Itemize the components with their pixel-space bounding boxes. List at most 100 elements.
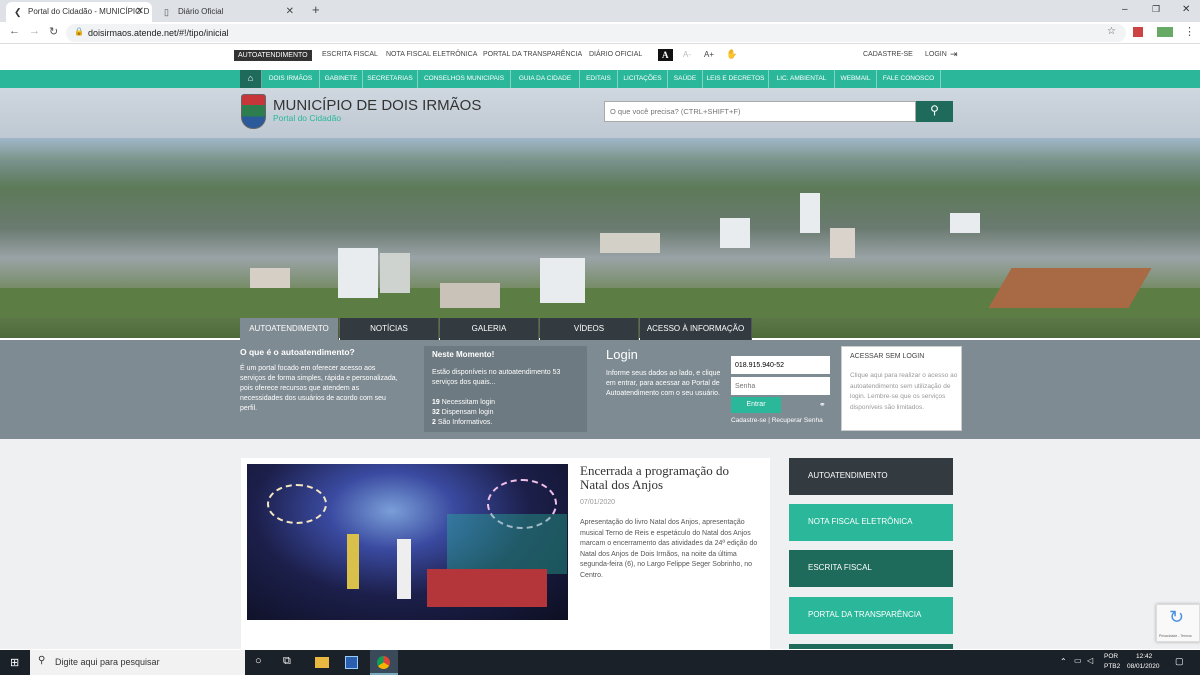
- home-icon[interactable]: ⌂: [240, 70, 262, 88]
- windows-taskbar: ⊞ ⚲ Digite aqui para pesquisar ○ ⧉ ⌃ ▭ ◁…: [0, 650, 1200, 675]
- news-title[interactable]: Encerrada a programação do Natal dos Anj…: [580, 464, 760, 492]
- accessibility-hand-icon[interactable]: ✋: [726, 49, 737, 60]
- login-title: Login: [606, 347, 638, 362]
- side-transparencia-button[interactable]: PORTAL DA TRANSPARÊNCIA: [789, 597, 953, 634]
- news-date: 07/01/2020: [580, 499, 616, 506]
- stat-informative: 2 São Informativos.: [432, 419, 493, 426]
- search-button[interactable]: ⚲: [916, 101, 953, 122]
- menu-guia-cidade[interactable]: GUIA DA CIDADE: [511, 70, 580, 88]
- search-input[interactable]: [604, 101, 916, 122]
- menu-dois-irmaos[interactable]: DOIS IRMÃOS: [262, 70, 320, 88]
- login-icon[interactable]: ⇥: [950, 49, 958, 60]
- recaptcha-badge[interactable]: ↻ Privacidade - Termos: [1156, 604, 1200, 642]
- url-field[interactable]: 🔒 doisirmaos.atende.net/#!/tipo/inicial …: [66, 24, 1126, 42]
- top-link-transparencia[interactable]: PORTAL DA TRANSPARÊNCIA: [483, 51, 582, 58]
- network-icon[interactable]: ▭: [1074, 656, 1082, 665]
- menu-editais[interactable]: EDITAIS: [580, 70, 618, 88]
- tab-videos[interactable]: VÍDEOS: [540, 318, 639, 340]
- close-tab-icon[interactable]: ✕: [136, 6, 144, 17]
- news-card: Encerrada a programação do Natal dos Anj…: [241, 458, 770, 658]
- new-tab-button[interactable]: +: [312, 2, 320, 17]
- site-title[interactable]: MUNICÍPIO DE DOIS IRMÃOS: [273, 97, 481, 114]
- menu-webmail[interactable]: WEBMAIL: [835, 70, 877, 88]
- back-icon[interactable]: ←: [9, 25, 20, 37]
- contrast-button[interactable]: A: [658, 49, 673, 61]
- address-bar-row: ← → ↻ 🔒 doisirmaos.atende.net/#!/tipo/in…: [0, 22, 1200, 44]
- share-icon[interactable]: ⚭: [819, 400, 826, 409]
- top-link-nota-fiscal[interactable]: NOTA FISCAL ELETRÔNICA: [386, 51, 477, 58]
- news-photo[interactable]: [247, 464, 568, 620]
- menu-licitacoes[interactable]: LICITAÇÕES: [618, 70, 668, 88]
- translate-extension-icon[interactable]: [1157, 27, 1173, 37]
- font-increase-button[interactable]: A+: [704, 50, 714, 59]
- login-text: Informe seus dados ao lado, e clique em …: [606, 370, 721, 397]
- stat-login: 19 Necessitam login: [432, 399, 496, 406]
- top-link-escrita-fiscal[interactable]: ESCRITA FISCAL: [322, 51, 378, 58]
- moment-box: Neste Momento! Estão disponíveis no auto…: [424, 346, 587, 432]
- windows-start-icon[interactable]: ⊞: [10, 656, 19, 669]
- notification-icon[interactable]: ▢: [1175, 656, 1184, 667]
- moment-title: Neste Momento!: [432, 350, 495, 359]
- site-top-bar: AUTOATENDIMENTO ESCRITA FISCAL NOTA FISC…: [0, 48, 1200, 66]
- user-field[interactable]: [731, 356, 830, 374]
- recover-password-link[interactable]: Recuperar Senha: [772, 417, 823, 424]
- language-indicator[interactable]: POR: [1104, 653, 1118, 660]
- login-links: Cadastre-se | Recuperar Senha: [731, 417, 823, 424]
- top-link-diario-oficial[interactable]: DIÁRIO OFICIAL: [589, 51, 642, 58]
- tab-acesso-informacao[interactable]: ACESSO À INFORMAÇÃO: [640, 318, 752, 340]
- file-explorer-icon[interactable]: [315, 657, 329, 668]
- site-subtitle: Portal do Cidadão: [273, 113, 342, 123]
- forward-icon[interactable]: →: [29, 25, 40, 37]
- tab-autoatendimento[interactable]: AUTOATENDIMENTO: [240, 318, 339, 340]
- tray-chevron-icon[interactable]: ⌃: [1060, 657, 1067, 666]
- password-field[interactable]: [731, 377, 830, 395]
- app-icon[interactable]: [345, 656, 358, 669]
- clock-date[interactable]: 08/01/2020: [1127, 663, 1160, 670]
- browser-tab-portal[interactable]: ❮ Portal do Cidadão - MUNICÍPIO D ✕: [6, 2, 152, 22]
- auto-description: É um portal focado em oferecer acesso ao…: [240, 365, 398, 412]
- page-favicon-icon: ▯: [164, 7, 169, 17]
- search-icon: ⚲: [930, 103, 939, 117]
- cadastre-se-link[interactable]: Cadastre-se: [731, 417, 766, 424]
- font-decrease-button[interactable]: A-: [683, 50, 691, 59]
- side-button-partial[interactable]: [789, 644, 953, 649]
- back-arrow-favicon-icon: ❮: [14, 7, 22, 17]
- side-nota-fiscal-button[interactable]: NOTA FISCAL ELETRÔNICA: [789, 504, 953, 541]
- browser-tab-bar: ❮ Portal do Cidadão - MUNICÍPIO D ✕ ▯ Di…: [0, 0, 1200, 22]
- bookmark-star-icon[interactable]: ☆: [1107, 26, 1116, 37]
- tab-noticias[interactable]: NOTÍCIAS: [340, 318, 439, 340]
- side-autoatendimento-button[interactable]: AUTOATENDIMENTO: [789, 458, 953, 495]
- minimize-button[interactable]: –: [1122, 4, 1128, 15]
- reload-icon[interactable]: ↻: [49, 25, 58, 38]
- cadastre-link[interactable]: CADASTRE-SE: [863, 51, 913, 58]
- browser-tab-diario[interactable]: ▯ Diário Oficial ✕: [156, 2, 302, 22]
- close-window-button[interactable]: ✕: [1182, 4, 1190, 15]
- maximize-button[interactable]: ❐: [1152, 4, 1160, 15]
- site-header: MUNICÍPIO DE DOIS IRMÃOS Portal do Cidad…: [0, 88, 1200, 138]
- no-login-box[interactable]: ACESSAR SEM LOGIN Clique aqui para reali…: [841, 346, 962, 431]
- menu-saude[interactable]: SAÚDE: [668, 70, 703, 88]
- menu-leis-decretos[interactable]: LEIS E DECRETOS: [703, 70, 769, 88]
- clock-time[interactable]: 12:42: [1136, 653, 1152, 660]
- tab-galeria[interactable]: GALERIA: [440, 318, 539, 340]
- top-link-autoatendimento[interactable]: AUTOATENDIMENTO: [234, 50, 312, 61]
- task-view-icon[interactable]: ⧉: [283, 655, 291, 668]
- recaptcha-icon: ↻: [1169, 607, 1185, 627]
- menu-secretarias[interactable]: SECRETARIAS: [363, 70, 418, 88]
- close-tab-icon[interactable]: ✕: [286, 6, 294, 17]
- menu-gabinete[interactable]: GABINETE: [320, 70, 363, 88]
- login-link[interactable]: LOGIN: [925, 51, 947, 58]
- pdf-extension-icon[interactable]: [1133, 27, 1143, 37]
- volume-icon[interactable]: ◁: [1087, 656, 1093, 665]
- municipal-crest-logo[interactable]: [241, 94, 266, 129]
- cortana-icon[interactable]: ○: [255, 655, 262, 667]
- enter-button[interactable]: Entrar: [731, 397, 781, 413]
- hero-city-photo: [0, 138, 1200, 338]
- menu-lic-ambiental[interactable]: LIC. AMBIENTAL: [769, 70, 835, 88]
- autoatendimento-panel: O que é o autoatendimento? É um portal f…: [0, 340, 1200, 439]
- browser-menu-icon[interactable]: ⋮: [1184, 25, 1195, 38]
- taskbar-search-box[interactable]: ⚲ Digite aqui para pesquisar: [30, 650, 245, 675]
- side-escrita-fiscal-button[interactable]: ESCRITA FISCAL: [789, 550, 953, 587]
- menu-fale-conosco[interactable]: FALE CONOSCO: [877, 70, 941, 88]
- menu-conselhos[interactable]: CONSELHOS MUNICIPAIS: [418, 70, 511, 88]
